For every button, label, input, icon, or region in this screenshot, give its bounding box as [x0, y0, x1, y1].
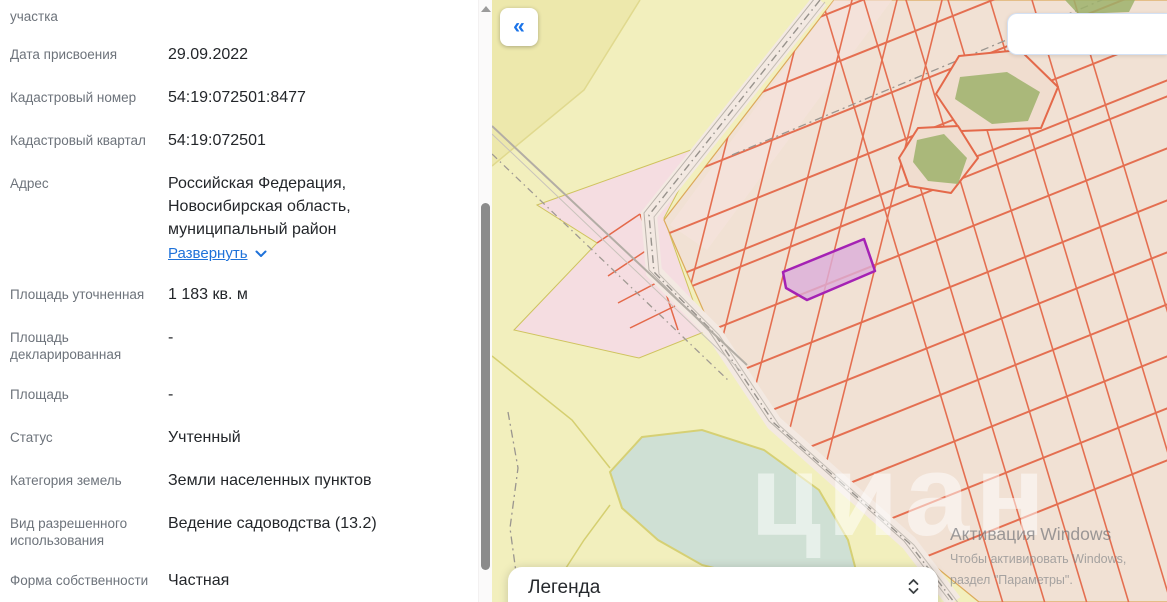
- map-container: циан « Легенда Активация Windows Чтобы а…: [492, 0, 1167, 602]
- attribute-label: Дата присвоения: [10, 47, 118, 62]
- row-permitted-use: Вид разрешенного использования Ведение с…: [10, 512, 470, 549]
- attribute-value: -: [168, 329, 174, 346]
- expand-address-link[interactable]: Развернуть: [168, 245, 267, 262]
- chevron-down-icon: [255, 250, 267, 257]
- expand-link-label: Развернуть: [168, 245, 248, 262]
- attribute-label: Адрес: [10, 176, 49, 191]
- scrollbar-thumb[interactable]: [481, 203, 490, 570]
- attribute-value: 29.09.2022: [168, 46, 249, 63]
- attribute-label: Статус: [10, 430, 53, 445]
- attribute-value: Ведение садоводства (13.2): [168, 515, 377, 532]
- attribute-label: Форма собственности: [10, 573, 149, 588]
- row-area-refined: Площадь уточненная 1 183 кв. м: [10, 283, 470, 306]
- chevrons-left-icon: «: [513, 15, 525, 38]
- attribute-label: Площадь уточненная: [10, 287, 145, 302]
- attribute-value: Учтенный: [168, 429, 241, 446]
- row-address: Адрес Российская Федерация, Новосибирска…: [10, 172, 470, 263]
- attribute-value: Частная: [168, 572, 230, 589]
- attribute-label: Категория земель: [10, 473, 122, 488]
- attribute-label: Кадастровый номер: [10, 90, 137, 105]
- parcel-details-panel: участка Дата присвоения 29.09.2022 Кадас…: [0, 0, 478, 602]
- cadastral-map-app: участка Дата присвоения 29.09.2022 Кадас…: [0, 0, 1167, 602]
- legend-panel[interactable]: Легенда: [508, 567, 938, 602]
- attribute-value: 1 183 кв. м: [168, 286, 248, 303]
- attribute-label: Вид разрешенного использования: [10, 516, 128, 548]
- brand-watermark: циан: [750, 430, 1051, 560]
- attribute-value: 54:19:072501:8477: [168, 89, 306, 106]
- attribute-label: Площадь: [10, 387, 69, 402]
- attribute-value: Российская Федерация, Новосибирская обла…: [168, 175, 351, 238]
- attribute-label: Площадь декларированная: [10, 330, 122, 362]
- row-ownership-form: Форма собственности Частная: [10, 569, 470, 592]
- attribute-value: 54:19:072501: [168, 132, 266, 149]
- sidebar-scrollbar[interactable]: [478, 0, 492, 602]
- row-assign-date: Дата присвоения 29.09.2022: [10, 43, 470, 66]
- row-land-category: Категория земель Земли населенных пункто…: [10, 469, 470, 492]
- row-area-declared: Площадь декларированная -: [10, 326, 470, 363]
- row-cadastral-quarter: Кадастровый квартал 54:19:072501: [10, 129, 470, 152]
- unfold-more-icon[interactable]: [907, 578, 920, 600]
- row-cadastral-number: Кадастровый номер 54:19:072501:8477: [10, 86, 470, 109]
- row-status: Статус Учтенный: [10, 426, 470, 449]
- map-canvas[interactable]: циан: [492, 0, 1167, 602]
- scroll-up-arrow-icon[interactable]: [481, 6, 491, 12]
- attribute-label: Кадастровый квартал: [10, 133, 146, 148]
- row-area: Площадь -: [10, 383, 470, 406]
- partial-top-label: участка: [10, 9, 58, 24]
- attribute-value: -: [168, 386, 174, 403]
- collapse-sidebar-button[interactable]: «: [500, 8, 538, 46]
- attribute-value: Земли населенных пунктов: [168, 472, 372, 489]
- map-overlay-box[interactable]: [1007, 13, 1167, 55]
- legend-title: Легенда: [528, 577, 601, 598]
